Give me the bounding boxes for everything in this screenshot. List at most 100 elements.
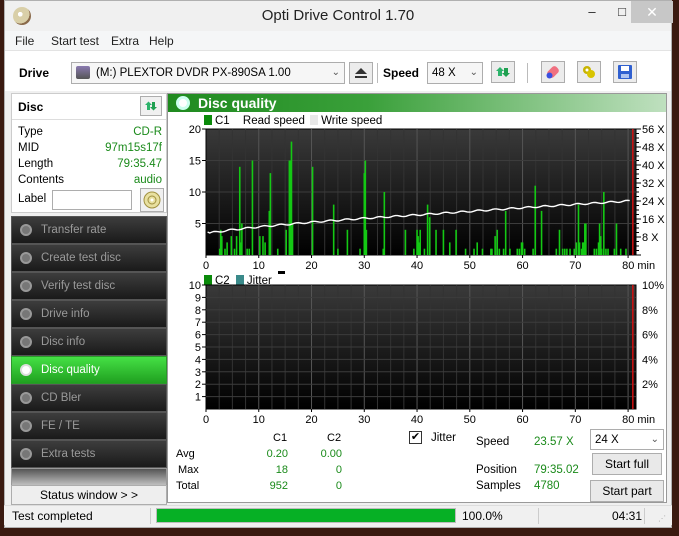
close-button[interactable]: ✕ — [631, 1, 673, 23]
write-label-button[interactable] — [140, 188, 164, 212]
field-value: audio — [133, 174, 162, 186]
refresh-button[interactable] — [491, 61, 515, 83]
x-tick-label: 40 — [411, 414, 423, 426]
nav-disc-info[interactable]: Disc info — [11, 328, 167, 356]
c1-bar — [413, 248, 415, 255]
nav-label: Drive info — [41, 308, 90, 320]
c1-bar — [569, 248, 571, 255]
x-tick-label: 20 — [305, 414, 317, 426]
save-icon — [618, 65, 632, 79]
c1-bar — [600, 248, 603, 255]
c1-bar — [566, 248, 568, 255]
disc-refresh-button[interactable] — [140, 96, 162, 116]
c1-bar — [291, 223, 294, 255]
c1-bar — [246, 248, 248, 255]
y-tick-label: 15 — [189, 156, 201, 168]
nav-cd-bler[interactable]: CD Bler — [11, 384, 167, 412]
panel-title: Disc quality — [198, 95, 277, 111]
divider — [644, 508, 645, 524]
disc-icon — [20, 364, 32, 376]
drive-label: Drive — [19, 66, 50, 80]
c1-bar — [481, 248, 484, 255]
menu-start-test[interactable]: Start test — [51, 34, 99, 48]
c1-bar — [615, 223, 618, 255]
c1-bar — [476, 242, 478, 255]
stats-total-c1: 952 — [269, 480, 288, 492]
nav-label: FE / TE — [41, 420, 80, 432]
nav-transfer-rate[interactable]: Transfer rate — [11, 216, 167, 244]
y-tick-label: 10 — [189, 280, 201, 292]
status-window-button[interactable]: Status window > > — [11, 485, 167, 505]
menu-help[interactable]: Help — [149, 34, 174, 48]
c1-bar — [523, 248, 526, 255]
field-value: 97m15s17f — [105, 142, 162, 154]
y2-tick-label: 32 X — [642, 178, 665, 190]
nav-verify-test-disc[interactable]: Verify test disc — [11, 272, 167, 300]
c1-bar — [605, 248, 607, 255]
start-full-button[interactable]: Start full — [592, 453, 662, 475]
stats-row-label: Max — [178, 464, 199, 476]
c1-bar — [521, 242, 524, 255]
save-button[interactable] — [613, 61, 637, 83]
nav-label: Extra tests — [41, 448, 96, 460]
nav-extra-tests[interactable]: Extra tests — [11, 440, 167, 468]
c1-bar — [563, 248, 566, 255]
c1-bar — [269, 173, 272, 255]
nav-drive-info[interactable]: Drive info — [11, 300, 167, 328]
x-tick-label: 80 min — [622, 260, 655, 272]
eject-button[interactable] — [349, 62, 373, 84]
jitter-checkbox[interactable]: ✔ — [409, 431, 422, 444]
nav-create-test-disc[interactable]: Create test disc — [11, 244, 167, 272]
y2-tick-label: 40 X — [642, 160, 665, 172]
field-value: 79:35.47 — [117, 158, 162, 170]
samples-value: 4780 — [534, 480, 560, 492]
status-bar: Test completed 100.0% 04:31 ⋰ — [4, 505, 672, 525]
start-part-button[interactable]: Start part — [590, 480, 664, 502]
menu-bar: File Start test Extra Help — [5, 31, 671, 51]
settings-button[interactable] — [577, 61, 601, 83]
stats-total-c2: 0 — [335, 480, 342, 492]
c1-bar — [625, 248, 627, 255]
resize-grip[interactable]: ⋰ — [658, 514, 666, 523]
left-panel: Disc Type CD-R MID 97m15s17f Length 79:3… — [11, 93, 167, 505]
minimize-button[interactable]: – — [577, 1, 607, 23]
test-nav: Transfer rate Create test disc Verify te… — [11, 216, 167, 488]
c1-bar — [442, 229, 445, 255]
y-tick-label: 10 — [189, 187, 201, 199]
x-tick-label: 80 min — [622, 414, 655, 426]
label-input[interactable] — [52, 190, 132, 210]
c1-bar — [276, 248, 279, 255]
field-key: Type — [18, 126, 43, 138]
c1-bar — [419, 229, 422, 255]
speed-select[interactable]: 48 X ⌄ — [427, 62, 483, 84]
menu-extra[interactable]: Extra — [111, 34, 139, 48]
menu-file[interactable]: File — [15, 34, 34, 48]
refresh-icon — [145, 101, 157, 111]
disc-quality-panel: Disc quality C1 Read speed Write speed 5… — [167, 93, 667, 503]
c1-bar — [337, 248, 339, 255]
nav-disc-quality[interactable]: Disc quality — [11, 356, 167, 384]
test-speed-select[interactable]: 24 X ⌄ — [590, 429, 664, 450]
c1-bar — [575, 242, 578, 255]
eject-icon — [355, 68, 367, 78]
progress-fill — [157, 509, 455, 522]
c1-bar — [248, 248, 251, 255]
label-key: Label — [18, 193, 47, 205]
samples-label: Samples — [476, 480, 521, 492]
stats-table: C1 C2 Avg 0.20 0.00 Max 18 0 Total 952 0 — [168, 432, 368, 502]
refresh-icon — [496, 67, 510, 77]
disc-icon — [20, 336, 32, 348]
x-tick-label: 60 — [516, 260, 528, 272]
c1-chart: 51015200 10 20 30 40 50 60 70 80 min8 X16 X24 X3… — [189, 124, 666, 272]
elapsed-time: 04:31 — [612, 509, 643, 523]
c1-bar — [504, 210, 507, 255]
erase-button[interactable] — [541, 61, 565, 83]
drive-select[interactable]: (M:) PLEXTOR DVDR PX-890SA 1.00 ⌄ — [71, 62, 345, 84]
test-speed-value: 24 X — [595, 434, 619, 446]
nav-fe-te[interactable]: FE / TE — [11, 412, 167, 440]
drive-icon — [76, 66, 90, 79]
c1-bar — [235, 236, 238, 255]
y-tick-label: 7 — [195, 317, 201, 329]
c1-bar — [233, 248, 236, 255]
status-text: Test completed — [12, 509, 93, 523]
